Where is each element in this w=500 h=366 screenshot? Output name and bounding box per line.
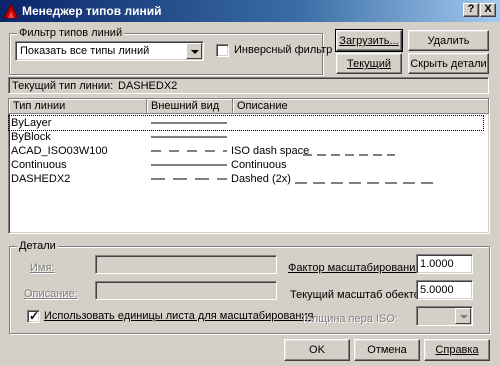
load-button-label: Загрузить...	[339, 35, 399, 47]
current-scale-label: Текущий масштаб обектов:	[290, 289, 429, 301]
close-title-button[interactable]: X	[480, 3, 496, 17]
linetype-description: ISO dash space	[231, 145, 310, 157]
table-row[interactable]: Continuous Continuous	[9, 158, 483, 172]
use-paper-units-checkbox[interactable]: ✓	[27, 309, 40, 323]
delete-button[interactable]: Удалить	[408, 30, 489, 51]
linetype-name: ACAD_ISO03W100	[11, 145, 108, 157]
window-title: Менеджер типов линий	[22, 4, 162, 18]
current-linetype-label: Текущий тип линии:	[12, 80, 114, 92]
column-header-description[interactable]: Описание	[233, 99, 489, 114]
table-row[interactable]: ByBlock	[9, 130, 483, 144]
linetype-preview	[151, 136, 227, 138]
description-label: Описание:	[24, 288, 78, 300]
iso-pen-width-label: Толщина пера ISO:	[300, 313, 398, 325]
hide-details-button[interactable]: Скрыть детали	[408, 53, 489, 74]
autocad-app-icon	[3, 3, 19, 19]
name-field[interactable]	[95, 255, 277, 274]
global-scale-input[interactable]: 1.0000	[416, 254, 473, 274]
table-row[interactable]: ACAD_ISO03W100 ISO dash space	[9, 144, 483, 158]
global-scale-label: Фактор масштабирования:	[288, 262, 425, 274]
current-linetype-value: DASHEDX2	[118, 80, 178, 92]
set-current-button-label: Текущий	[347, 58, 391, 70]
table-row[interactable]: DASHEDX2 Dashed (2x)	[9, 172, 483, 186]
linetype-name: Continuous	[11, 159, 67, 171]
filter-combobox-value: Показать все типы линий	[20, 45, 150, 57]
column-header-linetype[interactable]: Тип линии	[9, 99, 147, 114]
help-button-label: Справка	[435, 344, 479, 356]
filter-combobox[interactable]: Показать все типы линий	[15, 41, 204, 61]
cancel-button[interactable]: Отмена	[354, 339, 420, 361]
linetype-preview	[151, 164, 227, 166]
checkmark-icon: ✓	[29, 309, 40, 323]
load-button[interactable]: Загрузить...	[335, 29, 403, 52]
current-scale-value: 5.0000	[420, 284, 454, 296]
table-row[interactable]: ByLayer	[8, 115, 484, 131]
set-current-button[interactable]: Текущий	[336, 53, 402, 74]
use-paper-units-label: Использовать единицы листа для масштабир…	[44, 310, 314, 322]
iso-pen-width-combobox[interactable]	[416, 306, 473, 326]
description-field[interactable]	[95, 281, 277, 300]
help-button[interactable]: Справка	[424, 339, 490, 361]
description-dash-sample	[295, 182, 437, 184]
linetype-description: Dashed (2x)	[231, 173, 291, 185]
linetype-description: Continuous	[231, 159, 287, 171]
linetype-preview	[151, 150, 227, 152]
column-header-appearance[interactable]: Внешний вид	[147, 99, 233, 114]
current-scale-input[interactable]: 5.0000	[416, 280, 473, 300]
linetype-preview	[151, 178, 227, 180]
invert-filter-checkbox[interactable]	[216, 44, 229, 57]
invert-filter-label: Инверсный фильтр	[234, 44, 333, 56]
linetype-list[interactable]: Тип линии Внешний вид Описание ByLayer B…	[8, 98, 490, 234]
chevron-down-icon[interactable]	[455, 308, 471, 324]
help-title-button[interactable]: ?	[463, 3, 479, 17]
linetype-name: DASHEDX2	[11, 173, 71, 185]
linetype-preview	[151, 122, 227, 124]
description-dash-sample	[303, 154, 395, 156]
linetype-name: ByLayer	[11, 117, 52, 129]
filter-group-label: Фильтр типов линий	[17, 27, 125, 39]
name-label: Имя:	[30, 262, 55, 274]
ok-button[interactable]: OK	[284, 339, 350, 361]
global-scale-value: 1.0000	[420, 258, 454, 270]
linetype-name: ByBlock	[11, 131, 51, 143]
chevron-down-icon[interactable]	[186, 43, 202, 59]
details-group-label: Детали	[17, 240, 58, 252]
